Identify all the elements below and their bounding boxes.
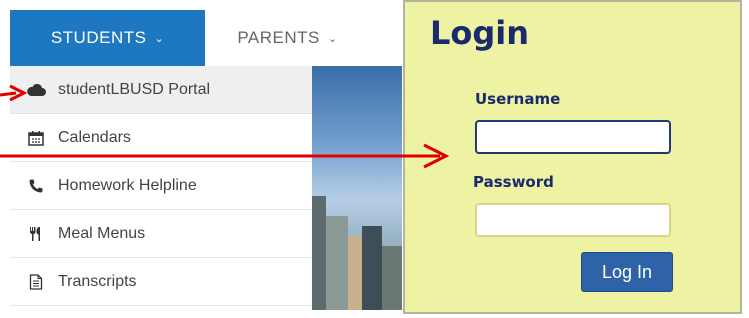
arrow-to-login-panel <box>0 143 450 169</box>
arrow-to-portal-icon <box>0 84 28 102</box>
annotation-arrows <box>0 84 450 169</box>
